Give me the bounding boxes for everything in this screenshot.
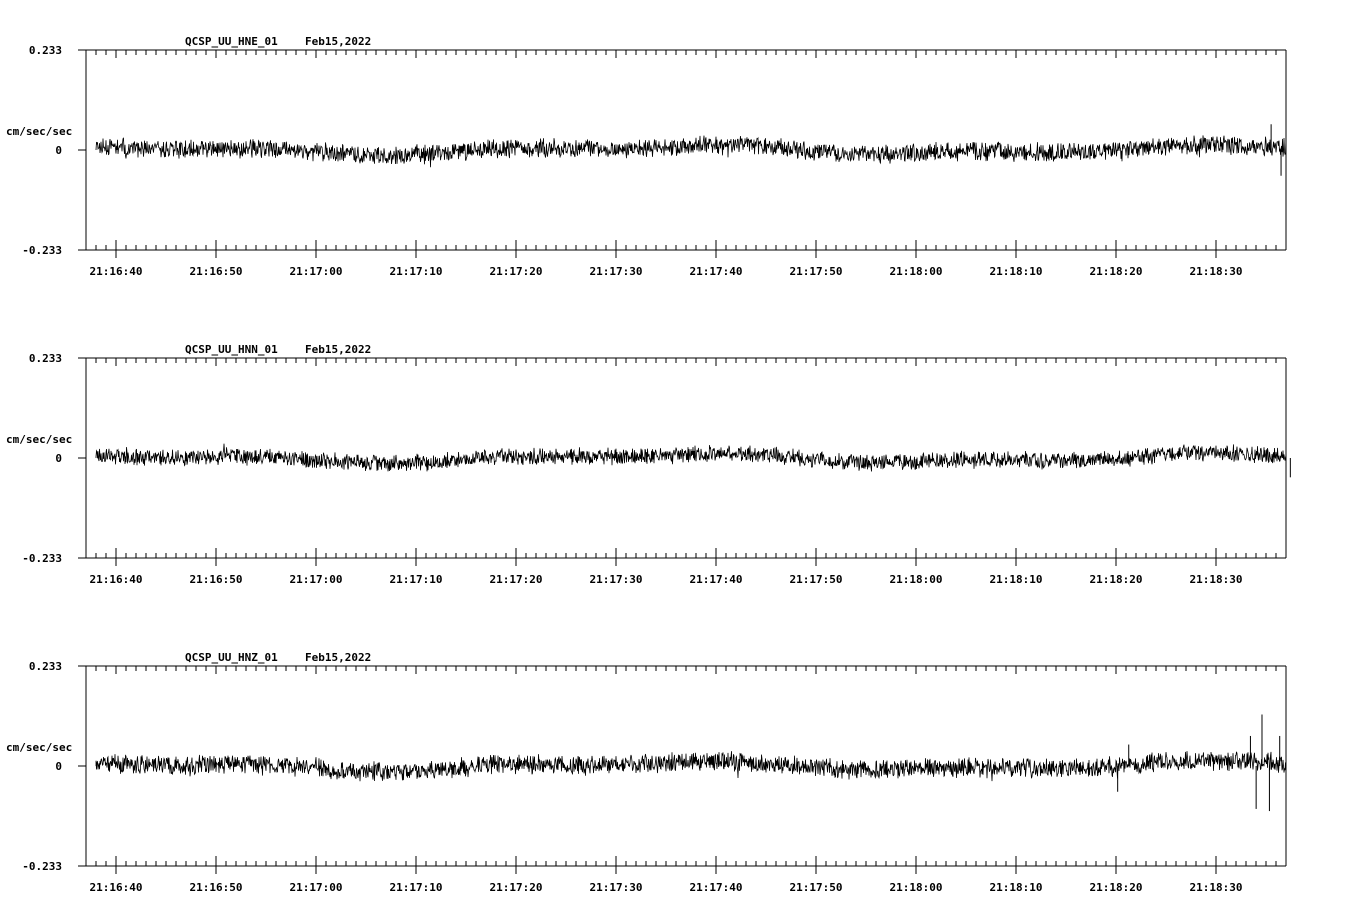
x-tick-label: 21:18:30 xyxy=(1190,573,1243,586)
y-axis-label: cm/sec/sec xyxy=(6,741,72,754)
x-tick-label: 21:17:10 xyxy=(390,573,443,586)
panel-title: QCSP_UU_HNN_01 xyxy=(185,343,278,356)
x-tick-label: 21:17:20 xyxy=(490,573,543,586)
x-tick-label: 21:18:30 xyxy=(1190,265,1243,278)
x-tick-label: 21:18:10 xyxy=(990,573,1043,586)
panel-date: Feb15,2022 xyxy=(305,35,371,48)
x-tick-label: 21:16:50 xyxy=(190,573,243,586)
x-tick-label: 21:17:50 xyxy=(790,265,843,278)
panel-date: Feb15,2022 xyxy=(305,343,371,356)
x-tick-label: 21:16:40 xyxy=(90,573,143,586)
x-tick-label: 21:17:50 xyxy=(790,573,843,586)
x-tick-label: 21:17:30 xyxy=(590,881,643,894)
x-tick-label: 21:17:10 xyxy=(390,265,443,278)
seismogram-panel: 0.233 0 -0.233 cm/sec/sec QCSP_UU_HNE_01 Feb1… xyxy=(6,35,1287,278)
x-tick-label: 21:18:00 xyxy=(890,881,943,894)
x-tick-label: 21:17:40 xyxy=(690,265,743,278)
panel-title: QCSP_UU_HNZ_01 xyxy=(185,651,278,664)
y-tick-label: -0.233 xyxy=(22,244,62,257)
x-tick-label: 21:18:20 xyxy=(1090,881,1143,894)
x-tick-label: 21:17:20 xyxy=(490,265,543,278)
x-tick-label: 21:17:40 xyxy=(690,573,743,586)
seismogram-panel: 0.233 0 -0.233 cm/sec/sec QCSP_UU_HNN_01 Feb1… xyxy=(6,343,1291,586)
x-tick-label: 21:18:10 xyxy=(990,881,1043,894)
y-tick-label: -0.233 xyxy=(22,552,62,565)
x-tick-label: 21:17:00 xyxy=(290,265,343,278)
x-tick-label: 21:17:50 xyxy=(790,881,843,894)
y-tick-label: 0 xyxy=(55,760,62,773)
panel-date: Feb15,2022 xyxy=(305,651,371,664)
seismogram-panel: 0.233 0 -0.233 cm/sec/sec QCSP_UU_HNZ_01 Feb1… xyxy=(6,651,1287,894)
x-tick-label: 21:18:00 xyxy=(890,573,943,586)
panel-title: QCSP_UU_HNE_01 xyxy=(185,35,278,48)
y-axis-label: cm/sec/sec xyxy=(6,125,72,138)
x-tick-label: 21:18:00 xyxy=(890,265,943,278)
x-tick-label: 21:18:20 xyxy=(1090,573,1143,586)
y-tick-label: 0 xyxy=(55,144,62,157)
waveform-trace xyxy=(95,443,1287,472)
y-tick-label: 0.233 xyxy=(29,44,62,57)
x-tick-label: 21:18:10 xyxy=(990,265,1043,278)
x-tick-label: 21:17:30 xyxy=(590,573,643,586)
seismogram-figure: 0.233 0 -0.233 cm/sec/sec QCSP_UU_HNE_01 Feb1… xyxy=(6,35,1291,894)
waveform-trace xyxy=(95,751,1287,782)
x-tick-label: 21:16:50 xyxy=(190,265,243,278)
x-tick-label: 21:17:00 xyxy=(290,881,343,894)
y-tick-label: 0.233 xyxy=(29,352,62,365)
x-tick-label: 21:17:10 xyxy=(390,881,443,894)
x-tick-label: 21:16:50 xyxy=(190,881,243,894)
x-tick-label: 21:18:20 xyxy=(1090,265,1143,278)
x-tick-label: 21:16:40 xyxy=(90,265,143,278)
x-tick-label: 21:17:30 xyxy=(590,265,643,278)
x-tick-label: 21:16:40 xyxy=(90,881,143,894)
x-tick-label: 21:17:40 xyxy=(690,881,743,894)
x-tick-label: 21:18:30 xyxy=(1190,881,1243,894)
x-tick-label: 21:17:00 xyxy=(290,573,343,586)
y-tick-label: 0 xyxy=(55,452,62,465)
y-tick-label: 0.233 xyxy=(29,660,62,673)
x-tick-label: 21:17:20 xyxy=(490,881,543,894)
waveform-trace xyxy=(95,135,1287,168)
y-axis-label: cm/sec/sec xyxy=(6,433,72,446)
y-tick-label: -0.233 xyxy=(22,860,62,873)
